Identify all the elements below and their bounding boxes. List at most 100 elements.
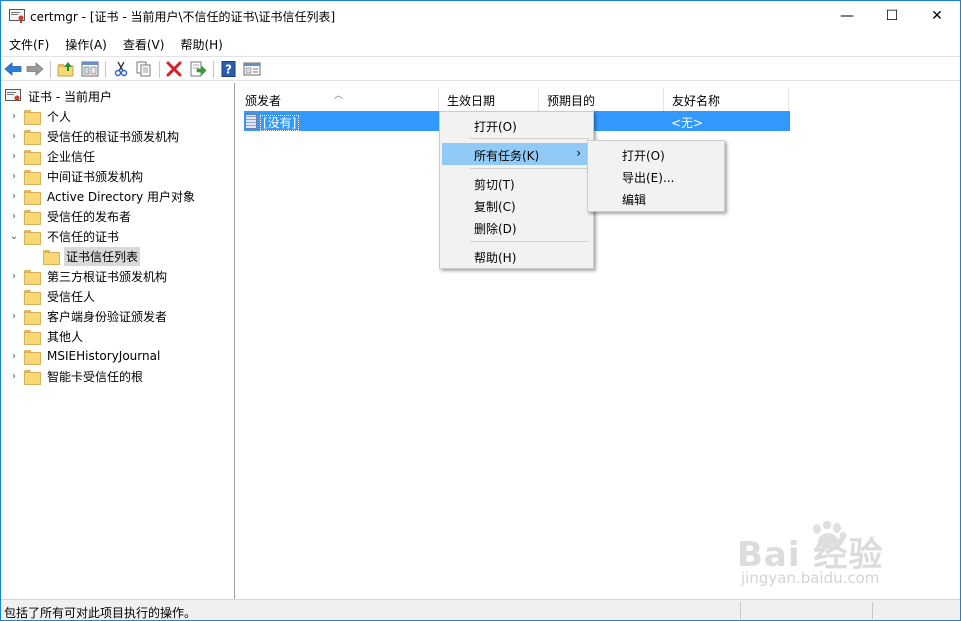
column-header-intended-purpose[interactable]: 预期目的: [539, 88, 664, 111]
svg-text:?: ?: [225, 63, 232, 77]
folder-icon: [24, 169, 41, 185]
tree-item-label: 智能卡受信任的根: [47, 369, 144, 384]
tree-item[interactable]: › MSIEHistoryJournal: [12, 346, 162, 366]
folder-icon: [24, 349, 41, 365]
menu-view[interactable]: 查看(V): [115, 33, 173, 54]
cut-icon[interactable]: [112, 60, 130, 78]
expand-chevron-icon[interactable]: ›: [9, 186, 19, 206]
folder-icon: [24, 109, 41, 125]
menu-action[interactable]: 操作(A): [57, 33, 115, 54]
tree-item[interactable]: › 智能卡受信任的根: [12, 366, 145, 386]
expand-chevron-icon[interactable]: ›: [9, 346, 19, 366]
menu-bar: 文件(F) 操作(A) 查看(V) 帮助(H): [1, 33, 960, 54]
folder-icon: [24, 149, 41, 165]
context-menu: 打开(O) 所有任务(K) › 剪切(T) 复制(C) 删除(D) 帮助(H): [439, 111, 594, 269]
tree-item[interactable]: › 客户端身份验证颁发者: [12, 306, 169, 326]
tree-item-label: Active Directory 用户对象: [47, 189, 196, 204]
folder-icon: [24, 369, 41, 385]
certificates-root-icon: [5, 89, 21, 101]
toolbar: ?: [1, 56, 960, 81]
cell-issuer-text: [没有]: [260, 115, 300, 131]
copy-icon[interactable]: [135, 60, 153, 78]
column-header-issuer[interactable]: 颁发者 ︿: [237, 88, 439, 111]
properties-icon[interactable]: [243, 60, 261, 78]
certificate-trust-list-icon: [245, 114, 257, 129]
tree-item-label: 其他人: [47, 329, 84, 344]
expand-chevron-icon[interactable]: ›: [9, 166, 19, 186]
column-header-friendly-name[interactable]: 友好名称: [664, 88, 789, 111]
folder-icon: [24, 289, 41, 305]
tree-item[interactable]: › 个人: [12, 106, 73, 126]
delete-icon[interactable]: [165, 60, 183, 78]
expand-chevron-icon[interactable]: ›: [9, 306, 19, 326]
status-bar: 包括了所有可对此项目执行的操作。: [1, 599, 960, 620]
up-folder-icon[interactable]: [57, 60, 75, 78]
tree-item[interactable]: › 受信任的根证书颁发机构: [12, 126, 181, 146]
title-bar[interactable]: certmgr - [证书 - 当前用户\不信任的证书\证书信任列表] — ☐ …: [1, 1, 960, 31]
close-button[interactable]: ✕: [914, 1, 960, 31]
expand-chevron-icon[interactable]: ›: [9, 146, 19, 166]
ctx-separator: [470, 241, 589, 242]
cell-friendly-name: <无>: [671, 116, 704, 130]
ctx-help[interactable]: 帮助(H): [442, 245, 591, 267]
tree-item-label: 个人: [47, 109, 72, 124]
ctx-delete[interactable]: 删除(D): [442, 216, 591, 238]
maximize-button[interactable]: ☐: [869, 1, 915, 31]
watermark-url: jingyan.baidu.com: [741, 569, 880, 587]
help-icon[interactable]: ?: [220, 60, 238, 78]
ctx-all-tasks-label: 所有任务(K): [474, 149, 540, 163]
expand-chevron-icon[interactable]: ›: [9, 206, 19, 226]
expand-chevron-icon[interactable]: ›: [9, 266, 19, 286]
tree-item-label: 客户端身份验证颁发者: [47, 309, 168, 324]
ctx-separator: [470, 138, 589, 139]
expand-chevron-icon[interactable]: ›: [9, 366, 19, 386]
tree-item[interactable]: › 受信任的发布者: [12, 206, 133, 226]
submenu-open[interactable]: 打开(O): [590, 143, 722, 165]
submenu-edit[interactable]: 编辑: [590, 187, 722, 209]
cell-issuer[interactable]: [没有]: [260, 114, 300, 131]
tree-root-label: 证书 - 当前用户: [28, 89, 112, 104]
column-header-effective-date[interactable]: 生效日期: [439, 88, 539, 111]
status-text: 包括了所有可对此项目执行的操作。: [4, 606, 197, 620]
column-intended-purpose-label: 预期目的: [547, 94, 596, 108]
tree-item-label: MSIEHistoryJournal: [47, 349, 161, 363]
tree-item[interactable]: ›其他人: [24, 326, 85, 346]
export-icon[interactable]: [189, 60, 207, 78]
tree-item-label: 受信任人: [47, 289, 96, 304]
ctx-all-tasks[interactable]: 所有任务(K) ›: [442, 143, 591, 165]
ctx-copy[interactable]: 复制(C): [442, 194, 591, 216]
baidu-jingyan-watermark: Bai 经验 jingyan.baidu.com: [737, 521, 917, 593]
show-hide-tree-icon[interactable]: [81, 60, 99, 78]
toolbar-separator: [213, 61, 214, 78]
folder-icon: [24, 269, 41, 285]
window-title: certmgr - [证书 - 当前用户\不信任的证书\证书信任列表]: [30, 10, 336, 24]
folder-icon: [24, 229, 41, 245]
tree-item[interactable]: › 企业信任: [12, 146, 97, 166]
expand-chevron-icon[interactable]: ›: [9, 126, 19, 146]
folder-icon: [24, 189, 41, 205]
certmgr-window: certmgr - [证书 - 当前用户\不信任的证书\证书信任列表] — ☐ …: [0, 0, 961, 621]
toolbar-separator: [50, 61, 51, 78]
toolbar-separator: [105, 61, 106, 78]
column-friendly-name-label: 友好名称: [672, 94, 721, 108]
folder-icon: [24, 129, 41, 145]
tree-item[interactable]: ⌄ 不信任的证书: [10, 226, 121, 246]
minimize-button[interactable]: —: [824, 1, 870, 31]
tree-item[interactable]: › 第三方根证书颁发机构: [12, 266, 169, 286]
tree-root[interactable]: 证书 - 当前用户: [5, 86, 114, 106]
tree-item[interactable]: › 中间证书颁发机构: [12, 166, 145, 186]
tree-item-label: 不信任的证书: [47, 229, 120, 244]
column-issuer-label: 颁发者: [245, 94, 282, 108]
menu-help[interactable]: 帮助(H): [172, 33, 230, 54]
menu-file[interactable]: 文件(F): [1, 33, 57, 54]
tree-item[interactable]: ›受信任人: [24, 286, 97, 306]
ctx-cut[interactable]: 剪切(T): [442, 172, 591, 194]
forward-icon[interactable]: [26, 60, 44, 78]
tree-item[interactable]: 证书信任列表: [43, 246, 141, 266]
expand-chevron-icon[interactable]: ›: [9, 106, 19, 126]
submenu-export[interactable]: 导出(E)...: [590, 165, 722, 187]
back-icon[interactable]: [4, 60, 22, 78]
ctx-open[interactable]: 打开(O): [442, 114, 591, 136]
collapse-chevron-icon[interactable]: ⌄: [9, 226, 19, 246]
tree-item[interactable]: › Active Directory 用户对象: [12, 186, 197, 206]
